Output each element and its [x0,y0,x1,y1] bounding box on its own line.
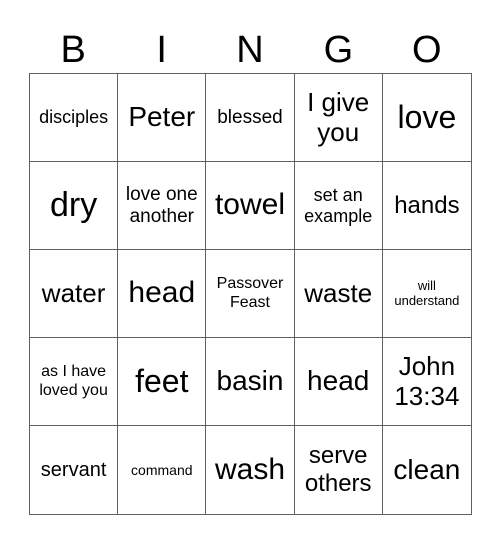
bingo-cell[interactable]: hands [382,162,471,250]
header-letter-g: G [323,29,354,71]
bingo-cell[interactable]: serve others [295,426,383,514]
bingo-cell[interactable]: love [382,74,471,162]
header-letter-b: B [60,29,86,71]
bingo-cell[interactable]: feet [118,338,207,426]
bingo-cell[interactable]: towel [206,162,295,250]
bingo-cell[interactable]: servant [30,426,119,514]
bingo-cell[interactable]: basin [206,338,295,426]
bingo-cell[interactable]: disciples [30,74,119,162]
bingo-cell[interactable]: head [118,250,207,338]
bingo-cell[interactable]: love one another [118,162,207,250]
bingo-cell[interactable]: John 13:34 [382,338,471,426]
bingo-cell[interactable]: wash [206,426,295,514]
bingo-card-grid: disciples Peter blessed I give you love … [29,73,472,515]
header-letter-i: I [156,29,167,71]
bingo-cell[interactable]: will understand [382,250,471,338]
bingo-cell[interactable]: dry [30,162,119,250]
bingo-cell[interactable]: head [294,338,383,426]
bingo-header: B I N G O [29,28,471,72]
bingo-cell[interactable]: clean [383,426,471,514]
header-letter-o: O [412,29,442,71]
bingo-cell[interactable]: waste [294,250,383,338]
bingo-cell[interactable]: Peter [118,74,207,162]
bingo-cell[interactable]: water [30,250,119,338]
bingo-cell[interactable]: blessed [206,74,295,162]
bingo-cell[interactable]: as I have loved you [30,338,119,426]
bingo-cell[interactable]: I give you [294,74,383,162]
bingo-cell[interactable]: Passover Feast [206,250,295,338]
bingo-cell[interactable]: command [118,426,207,514]
bingo-cell[interactable]: set an example [294,162,383,250]
header-letter-n: N [236,29,264,71]
